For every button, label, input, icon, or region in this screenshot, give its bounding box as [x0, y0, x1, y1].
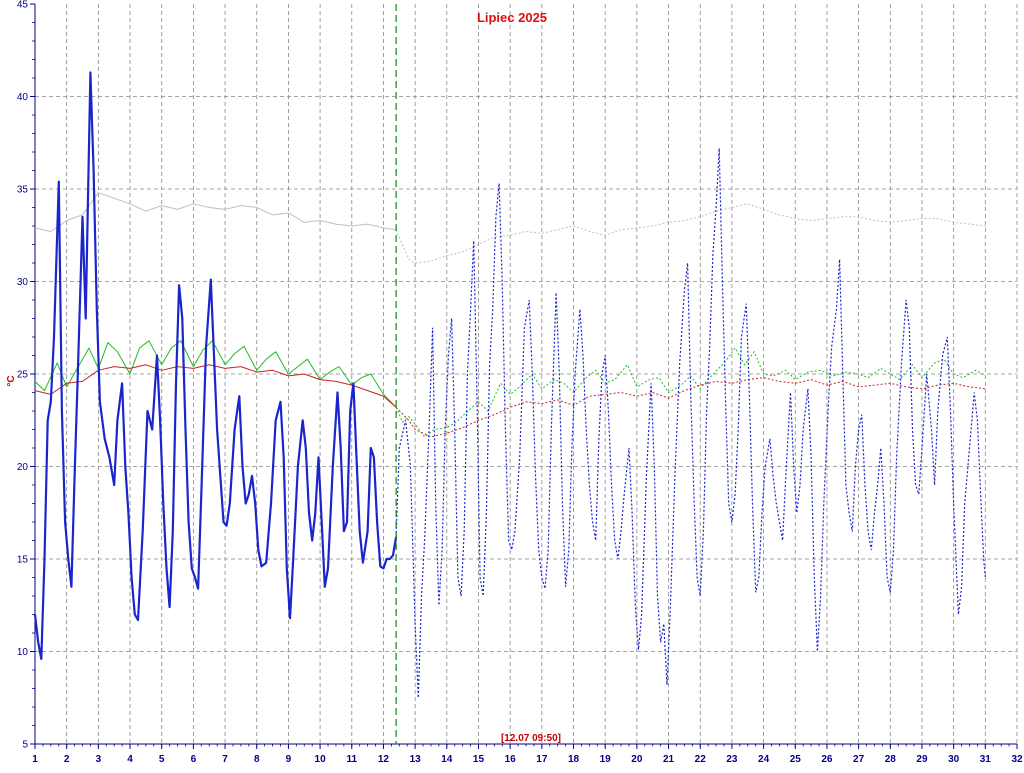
- x-tick-label: 17: [536, 754, 548, 765]
- x-tick-label: 19: [600, 754, 612, 765]
- x-tick-label: 31: [980, 754, 992, 765]
- x-tick-label: 11: [346, 754, 357, 765]
- x-tick-label: 21: [663, 754, 675, 765]
- chart-background: [0, 0, 1024, 768]
- x-tick-label: 12: [378, 754, 390, 765]
- x-tick-label: 27: [853, 754, 865, 765]
- x-tick-label: 20: [631, 754, 643, 765]
- x-tick-label: 4: [127, 754, 133, 765]
- y-tick-label: 40: [17, 92, 29, 103]
- temperature-chart: 1 2 3 4 5 6 7 8 9 10 11 12 13 14 15 16 17 18 19 20 21 22 23 24 2…: [0, 0, 1024, 768]
- x-tick-label: 29: [916, 754, 928, 765]
- x-tick-label: 1: [32, 754, 38, 765]
- chart-title: Lipiec 2025: [477, 10, 547, 25]
- y-axis-label: °C: [6, 375, 17, 386]
- x-tick-label: 32: [1011, 754, 1023, 765]
- x-tick-label: 30: [948, 754, 960, 765]
- y-tick-label: 30: [17, 277, 29, 288]
- x-tick-label: 6: [191, 754, 197, 765]
- y-tick-label: 5: [22, 740, 28, 751]
- x-tick-label: 10: [315, 754, 327, 765]
- y-tick-label: 20: [17, 462, 29, 473]
- x-tick-label: 8: [254, 754, 260, 765]
- x-tick-label: 15: [473, 754, 485, 765]
- x-tick-label: 28: [885, 754, 897, 765]
- x-tick-label: 24: [758, 754, 770, 765]
- x-tick-label: 26: [821, 754, 833, 765]
- chart-svg: 1 2 3 4 5 6 7 8 9 10 11 12 13 14 15 16 17 18 19 20 21 22 23 24 2…: [0, 0, 1024, 768]
- x-tick-label: 16: [505, 754, 517, 765]
- x-tick-label: 7: [222, 754, 228, 765]
- x-tick-label: 22: [695, 754, 707, 765]
- x-tick-label: 9: [286, 754, 292, 765]
- y-tick-label: 45: [17, 0, 29, 11]
- y-tick-label: 25: [17, 370, 29, 381]
- y-tick-label: 35: [17, 185, 29, 196]
- x-tick-label: 18: [568, 754, 580, 765]
- x-tick-label: 13: [410, 754, 422, 765]
- x-tick-label: 25: [790, 754, 802, 765]
- x-tick-label: 23: [726, 754, 738, 765]
- x-tick-label: 3: [96, 754, 102, 765]
- now-marker-label: [12.07 09:50]: [501, 733, 561, 744]
- y-tick-label: 10: [17, 647, 29, 658]
- x-tick-label: 14: [441, 754, 453, 765]
- y-tick-label: 15: [17, 555, 29, 566]
- x-tick-label: 5: [159, 754, 165, 765]
- x-tick-label: 2: [64, 754, 70, 765]
